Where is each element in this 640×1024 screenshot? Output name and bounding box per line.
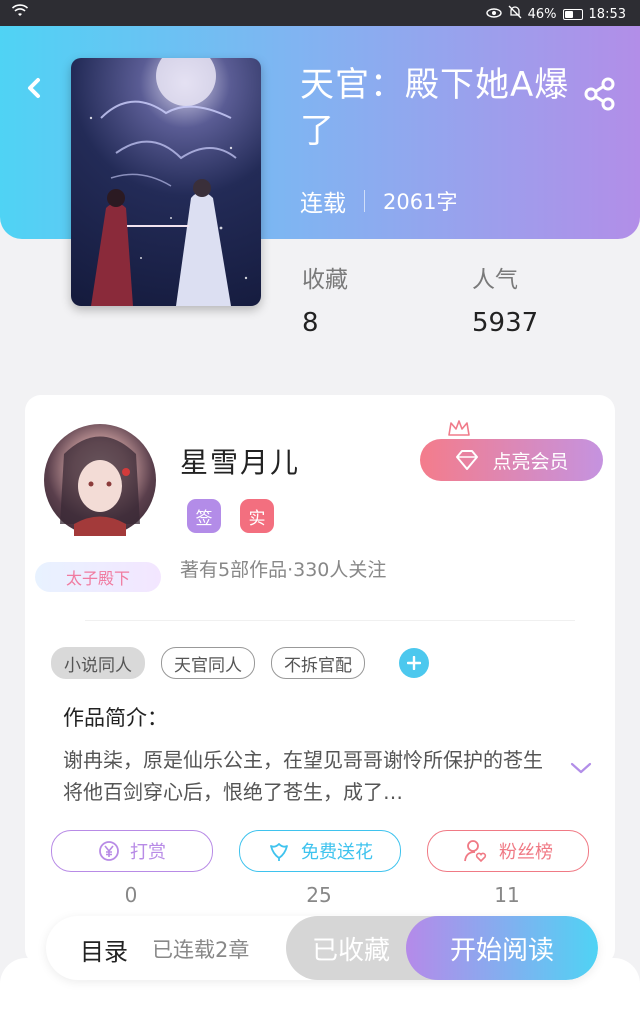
plus-icon [407, 656, 421, 670]
word-count: 2061字 [383, 190, 458, 214]
avatar[interactable] [44, 424, 156, 536]
collected-label: 已收藏 [312, 935, 391, 966]
vip-button-label: 点亮会员 [492, 450, 569, 473]
wifi-icon [11, 4, 29, 22]
meta-divider [364, 190, 365, 212]
collect-label: 收藏 [302, 267, 348, 293]
popularity-stat: 人气 5937 [472, 260, 538, 338]
eye-icon [485, 7, 502, 22]
send-flower-button[interactable]: 免费送花 [239, 830, 401, 872]
author-name[interactable]: 星雪月儿 [180, 441, 300, 481]
start-reading-label: 开始阅读 [449, 935, 554, 966]
clock: 18:53 [588, 6, 626, 22]
tip-count: 0 [124, 883, 138, 907]
fan-ranking-label: 粉丝榜 [499, 842, 553, 863]
mute-icon [508, 5, 522, 23]
status-bar: 46% 18:53 [0, 0, 640, 26]
tip-label: 打赏 [130, 842, 166, 863]
popularity-label: 人气 [472, 267, 518, 293]
tag-list: 小说同人 天官同人 不拆官配 [51, 647, 429, 679]
book-title: 天官：殿下她A爆了 [300, 65, 570, 151]
author-stats: 著有5部作品·330人关注 [180, 559, 387, 581]
intro-title: 作品简介： [63, 706, 168, 730]
tag-canon-pairing[interactable]: 不拆官配 [271, 647, 365, 679]
battery-percent: 46% [527, 6, 557, 22]
chevron-down-icon [570, 762, 592, 774]
tag-novel-fanfic[interactable]: 小说同人 [51, 647, 145, 679]
avatar-illustration [60, 436, 140, 536]
user-heart-icon [464, 840, 487, 863]
flower-count: 25 [306, 883, 332, 907]
flower-icon [270, 843, 288, 861]
popularity-value: 5937 [472, 308, 539, 338]
fan-ranking-button[interactable]: 粉丝榜 [427, 830, 589, 872]
toc-button[interactable]: 目录 [80, 932, 128, 967]
collect-stat: 收藏 8 [302, 260, 348, 338]
signed-badge: 签 [187, 499, 221, 533]
yen-coin-icon [99, 841, 119, 861]
intro-text: 谢冉柒，原是仙乐公主，在望见哥哥谢怜所保护的苍生将他百剑穿心后，恨绝了苍生，成了… [63, 748, 543, 804]
book-cover[interactable] [71, 58, 261, 306]
share-button[interactable] [580, 74, 620, 114]
tag-tianguan-fanfic[interactable]: 天官同人 [161, 647, 255, 679]
author-title-text: 太子殿下 [65, 569, 130, 588]
serial-status: 连载 [300, 191, 346, 217]
author-card: 太子殿下 星雪月儿 签 实 著有5部作品·330人关注 点亮会员 小说同人 天官… [25, 395, 615, 965]
collect-value: 8 [302, 308, 319, 338]
start-reading-button[interactable]: 开始阅读 [406, 916, 598, 980]
chevron-left-icon [28, 78, 40, 98]
share-icon [584, 77, 615, 111]
card-divider [85, 620, 575, 621]
bottom-action-bar: 目录 已连载2章 已收藏 开始阅读 [46, 916, 598, 980]
author-title-badge: 太子殿下 [35, 562, 161, 592]
expand-intro-button[interactable] [570, 760, 592, 776]
verified-badge: 实 [240, 499, 274, 533]
send-flower-label: 免费送花 [301, 842, 373, 863]
crown-icon [447, 419, 471, 441]
tip-button[interactable]: 打赏 [51, 830, 213, 872]
diamond-icon [456, 450, 479, 470]
back-button[interactable] [20, 68, 52, 108]
add-tag-button[interactable] [399, 648, 429, 678]
chapter-count: 已连载2章 [152, 938, 250, 962]
book-meta: 连载 2061字 [300, 184, 457, 218]
fan-count: 11 [494, 883, 520, 907]
battery-fill [564, 10, 573, 18]
battery-icon [562, 8, 583, 20]
vip-button[interactable]: 点亮会员 [420, 439, 603, 481]
cover-illustration [89, 58, 248, 306]
